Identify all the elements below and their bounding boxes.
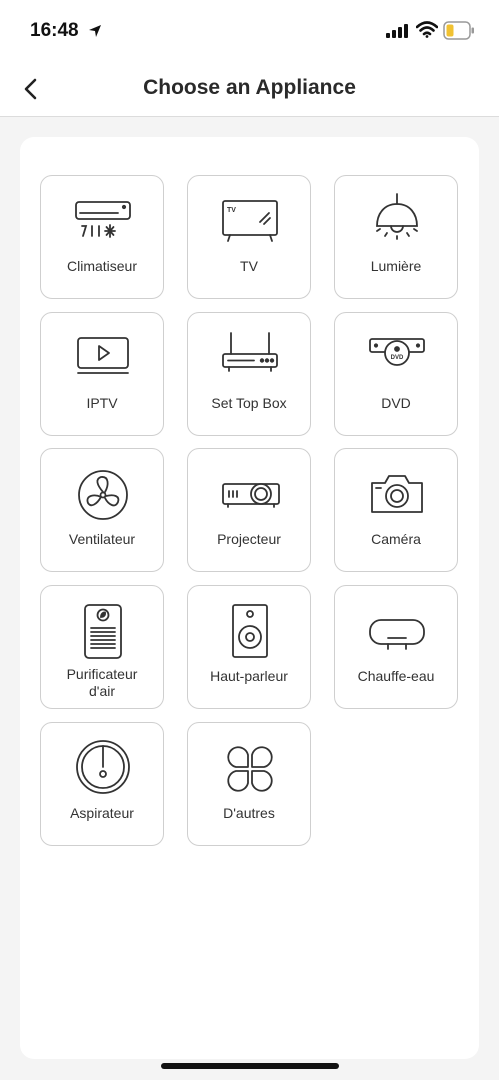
appliance-tile-set-top-box[interactable]: Set Top Box xyxy=(187,312,311,436)
tile-label: Aspirateur xyxy=(70,805,134,821)
air-purifier-icon xyxy=(84,604,122,659)
fan-icon xyxy=(78,470,128,520)
tile-label: D'autres xyxy=(223,805,275,821)
location-arrow-icon xyxy=(89,25,101,37)
cellular-signal-icon xyxy=(386,24,408,38)
water-heater-icon xyxy=(369,619,425,650)
page-title: Choose an Appliance xyxy=(143,76,356,99)
status-time: 16:48 xyxy=(30,20,79,41)
wifi-icon xyxy=(416,21,438,38)
air-conditioner-icon xyxy=(75,201,131,238)
tile-label: Lumière xyxy=(370,258,422,274)
tile-label: Set Top Box xyxy=(211,395,287,411)
appliance-tile-ventilateur[interactable]: Ventilateur xyxy=(40,448,164,572)
appliance-tile-lumiere[interactable]: Lumière xyxy=(334,175,458,299)
tv-icon-text: TV xyxy=(227,207,236,214)
light-icon xyxy=(376,193,418,240)
tile-label: Chauffe-eau xyxy=(357,668,435,684)
appliance-tile-camera[interactable]: Caméra xyxy=(334,448,458,572)
appliance-tile-tv[interactable]: TV TV xyxy=(187,175,311,299)
appliance-tile-climatiseur[interactable]: Climatiseur xyxy=(40,175,164,299)
robot-vacuum-icon xyxy=(76,740,130,794)
tile-label: Ventilateur xyxy=(68,531,136,547)
appliance-grid: Climatiseur TV TV Lumière IPTV Set Top B… xyxy=(20,137,479,1059)
appliance-tile-purificateur[interactable]: Purificateur d'air xyxy=(40,585,164,709)
tile-label: Climatiseur xyxy=(66,258,137,274)
tile-label: Haut-parleur xyxy=(210,668,288,684)
tile-label: DVD xyxy=(381,395,411,411)
appliance-tile-aspirateur[interactable]: Aspirateur xyxy=(40,722,164,846)
appliance-tile-haut-parleur[interactable]: Haut-parleur xyxy=(187,585,311,709)
speaker-icon xyxy=(232,604,268,658)
appliance-tile-others[interactable]: D'autres xyxy=(187,722,311,846)
tile-label: Purificateur d'air xyxy=(66,666,138,699)
appliance-tile-projecteur[interactable]: Projecteur xyxy=(187,448,311,572)
nav-bar: Choose an Appliance xyxy=(0,62,499,117)
tile-label: Caméra xyxy=(371,531,421,547)
appliance-tile-iptv[interactable]: IPTV xyxy=(40,312,164,436)
appliance-tile-dvd[interactable]: DVD DVD xyxy=(334,312,458,436)
iptv-icon xyxy=(77,337,129,374)
appliance-tile-chauffe-eau[interactable]: Chauffe-eau xyxy=(334,585,458,709)
others-icon xyxy=(227,746,273,792)
set-top-box-icon xyxy=(222,332,278,372)
tile-label: IPTV xyxy=(86,395,118,411)
dvd-icon-text: DVD xyxy=(391,355,404,361)
home-indicator[interactable] xyxy=(161,1063,339,1069)
dvd-icon: DVD xyxy=(369,338,425,366)
status-bar: 16:48 xyxy=(0,0,499,62)
tile-label: Projecteur xyxy=(217,531,281,547)
projector-icon xyxy=(222,483,280,508)
battery-icon xyxy=(443,21,474,40)
camera-icon xyxy=(371,475,423,513)
tile-label: TV xyxy=(240,258,258,274)
tv-icon: TV xyxy=(222,200,278,242)
